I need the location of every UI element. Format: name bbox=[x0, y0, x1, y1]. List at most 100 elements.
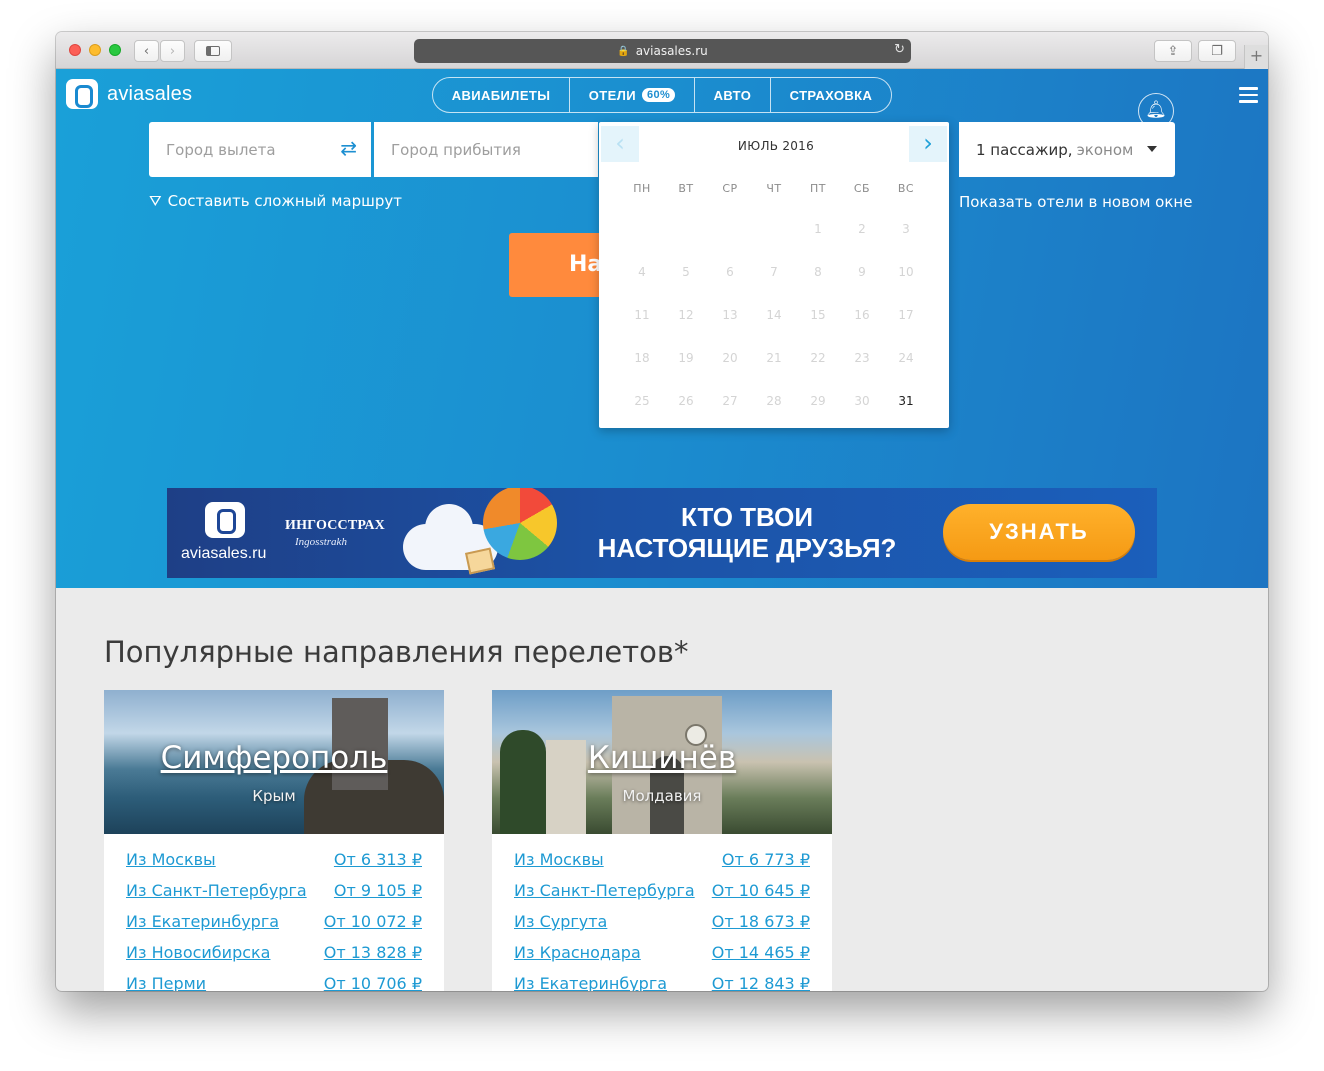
calendar-day-disabled: 29 bbox=[810, 394, 826, 408]
date-picker: ‹ ИЮЛЬ 2016 › ПН ВТ СР ЧТ ПТ СБ ВС 1 2 3 4 5 6 7 8 9 10 11… bbox=[599, 122, 949, 428]
forward-button[interactable]: › bbox=[160, 40, 185, 62]
bell-icon: 🔔︎ bbox=[1145, 100, 1167, 120]
ad-banner[interactable]: aviasales.ru ИНГОССТРАХ Ingosstrakh КТО … bbox=[167, 488, 1157, 578]
weekday-label: ВТ bbox=[678, 182, 694, 195]
banner-slogan: КТО ТВОИ НАСТОЯЩИЕ ДРУЗЬЯ? bbox=[567, 502, 927, 564]
route-price-link[interactable]: От 9 105 ₽ bbox=[334, 881, 422, 912]
weekday-label: СР bbox=[722, 182, 738, 195]
route-origin-link[interactable]: Из Новосибирска bbox=[126, 943, 270, 974]
close-window-button[interactable] bbox=[69, 44, 81, 56]
tabs-overview-button[interactable]: ❐ bbox=[1198, 40, 1236, 62]
passengers-select[interactable]: 1 пассажир, эконом bbox=[959, 122, 1175, 177]
calendar-day-disabled: 28 bbox=[766, 394, 782, 408]
calendar-day-disabled: 22 bbox=[810, 351, 826, 365]
route-origin-link[interactable]: Из Перми bbox=[126, 974, 206, 991]
nav-insurance-label: СТРАХОВКА bbox=[789, 87, 873, 103]
zoom-window-button[interactable] bbox=[109, 44, 121, 56]
destination-region: Крым bbox=[252, 787, 296, 805]
calendar-day-disabled: 7 bbox=[770, 265, 778, 279]
route-row: Из Краснодара От 14 465 ₽ bbox=[514, 943, 810, 974]
discount-badge: 60% bbox=[641, 88, 676, 102]
aviasales-logo-icon bbox=[66, 79, 98, 109]
route-price-link[interactable]: От 6 313 ₽ bbox=[334, 850, 422, 881]
calendar-day-available[interactable]: 31 bbox=[884, 394, 928, 408]
destination-field[interactable]: Город прибытия bbox=[374, 122, 598, 177]
destination-city-link[interactable]: Симферополь bbox=[104, 740, 444, 776]
back-button[interactable]: ‹ bbox=[134, 40, 159, 62]
calendar-day-disabled: 26 bbox=[678, 394, 694, 408]
passengers-count: 1 пассажир, bbox=[976, 140, 1073, 159]
calendar-day-disabled: 18 bbox=[634, 351, 650, 365]
route-origin-link[interactable]: Из Москвы bbox=[126, 850, 216, 881]
balloon-illustration bbox=[483, 488, 557, 560]
route-origin-link[interactable]: Из Санкт-Петербурга bbox=[126, 881, 307, 912]
nav-cars[interactable]: АВТО bbox=[693, 78, 770, 112]
menu-button[interactable] bbox=[1239, 87, 1258, 103]
calendar-day-disabled: 14 bbox=[766, 308, 782, 322]
route-origin-link[interactable]: Из Москвы bbox=[514, 850, 604, 881]
popular-destinations-title: Популярные направления перелетов* bbox=[104, 635, 689, 669]
route-row: Из Москвы От 6 773 ₽ bbox=[514, 850, 810, 881]
partner-logo-sub: Ingosstrakh bbox=[295, 536, 347, 548]
route-row: Из Москвы От 6 313 ₽ bbox=[126, 850, 422, 881]
calendar-day-disabled: 25 bbox=[634, 394, 650, 408]
route-price-link[interactable]: От 10 706 ₽ bbox=[324, 974, 422, 991]
browser-window: ‹ › 🔒 aviasales.ru ↻ ⇪ ❐ + aviasales АВИ… bbox=[56, 32, 1268, 991]
route-price-link[interactable]: От 10 645 ₽ bbox=[712, 881, 810, 912]
calendar-year: 2016 bbox=[782, 139, 815, 153]
route-price-link[interactable]: От 12 843 ₽ bbox=[712, 974, 810, 991]
nav-insurance[interactable]: СТРАХОВКА bbox=[769, 78, 891, 112]
next-month-button[interactable]: › bbox=[909, 126, 947, 162]
calendar-day-disabled: 16 bbox=[854, 308, 870, 322]
route-origin-link[interactable]: Из Сургута bbox=[514, 912, 607, 943]
destination-placeholder: Город прибытия bbox=[391, 140, 521, 159]
route-price-link[interactable]: От 14 465 ₽ bbox=[712, 943, 810, 974]
destination-city-link[interactable]: Кишинёв bbox=[492, 740, 832, 776]
address-bar[interactable]: 🔒 aviasales.ru ↻ bbox=[414, 39, 911, 63]
route-origin-link[interactable]: Из Санкт-Петербурга bbox=[514, 881, 695, 912]
calendar-day-disabled: 6 bbox=[726, 265, 734, 279]
chevron-right-icon: › bbox=[923, 129, 933, 157]
chevron-right-icon: › bbox=[169, 43, 176, 59]
route-price-link[interactable]: От 10 072 ₽ bbox=[324, 912, 422, 943]
complex-route-label: Составить сложный маршрут bbox=[167, 192, 402, 210]
calendar-month-title: ИЮЛЬ 2016 bbox=[599, 139, 949, 153]
nav-hotels[interactable]: ОТЕЛИ 60% bbox=[569, 78, 694, 112]
complex-route-link[interactable]: ⛛ Составить сложный маршрут bbox=[149, 192, 402, 210]
route-row: Из Екатеринбурга От 12 843 ₽ bbox=[514, 974, 810, 991]
route-row: Из Екатеринбурга От 10 072 ₽ bbox=[126, 912, 422, 943]
destination-region: Молдавия bbox=[622, 787, 702, 805]
banner-brand: aviasales.ru bbox=[181, 545, 267, 562]
partner-logo: ИНГОССТРАХ bbox=[285, 518, 385, 533]
weekday-label: ПН bbox=[633, 182, 651, 195]
route-origin-link[interactable]: Из Екатеринбурга bbox=[126, 912, 279, 943]
calendar-day-disabled: 20 bbox=[722, 351, 738, 365]
browser-titlebar: ‹ › 🔒 aviasales.ru ↻ ⇪ ❐ + bbox=[56, 32, 1268, 69]
minimize-window-button[interactable] bbox=[89, 44, 101, 56]
origin-field[interactable]: Город вылета ⇄ bbox=[149, 122, 371, 177]
nav-flights[interactable]: АВИАБИЛЕТЫ bbox=[433, 78, 569, 112]
route-price-link[interactable]: От 13 828 ₽ bbox=[324, 943, 422, 974]
route-origin-link[interactable]: Из Краснодара bbox=[514, 943, 641, 974]
banner-cta-button[interactable]: УЗНАТЬ bbox=[943, 504, 1135, 560]
new-tab-button[interactable]: + bbox=[1244, 45, 1268, 69]
route-icon: ⛛ bbox=[149, 192, 162, 210]
route-row: Из Перми От 10 706 ₽ bbox=[126, 974, 422, 991]
logo[interactable]: aviasales bbox=[66, 79, 192, 109]
calendar-day-disabled: 17 bbox=[898, 308, 914, 322]
calendar-day-disabled: 19 bbox=[678, 351, 694, 365]
share-icon: ⇪ bbox=[1167, 43, 1179, 59]
calendar-day-disabled: 10 bbox=[898, 265, 914, 279]
reload-icon[interactable]: ↻ bbox=[894, 42, 905, 57]
calendar-day-disabled: 4 bbox=[638, 265, 646, 279]
sidebar-toggle-button[interactable] bbox=[194, 40, 232, 62]
route-origin-link[interactable]: Из Екатеринбурга bbox=[514, 974, 667, 991]
share-button[interactable]: ⇪ bbox=[1154, 40, 1192, 62]
hotels-new-window-link[interactable]: Показать отели в новом окне bbox=[959, 193, 1192, 211]
weekday-label: ПТ bbox=[810, 182, 826, 195]
swap-icon[interactable]: ⇄ bbox=[340, 138, 357, 158]
calendar-day-disabled: 1 bbox=[814, 222, 822, 236]
banner-slogan-line1: КТО ТВОИ bbox=[680, 502, 814, 532]
route-price-link[interactable]: От 6 773 ₽ bbox=[722, 850, 810, 881]
route-price-link[interactable]: От 18 673 ₽ bbox=[712, 912, 810, 943]
